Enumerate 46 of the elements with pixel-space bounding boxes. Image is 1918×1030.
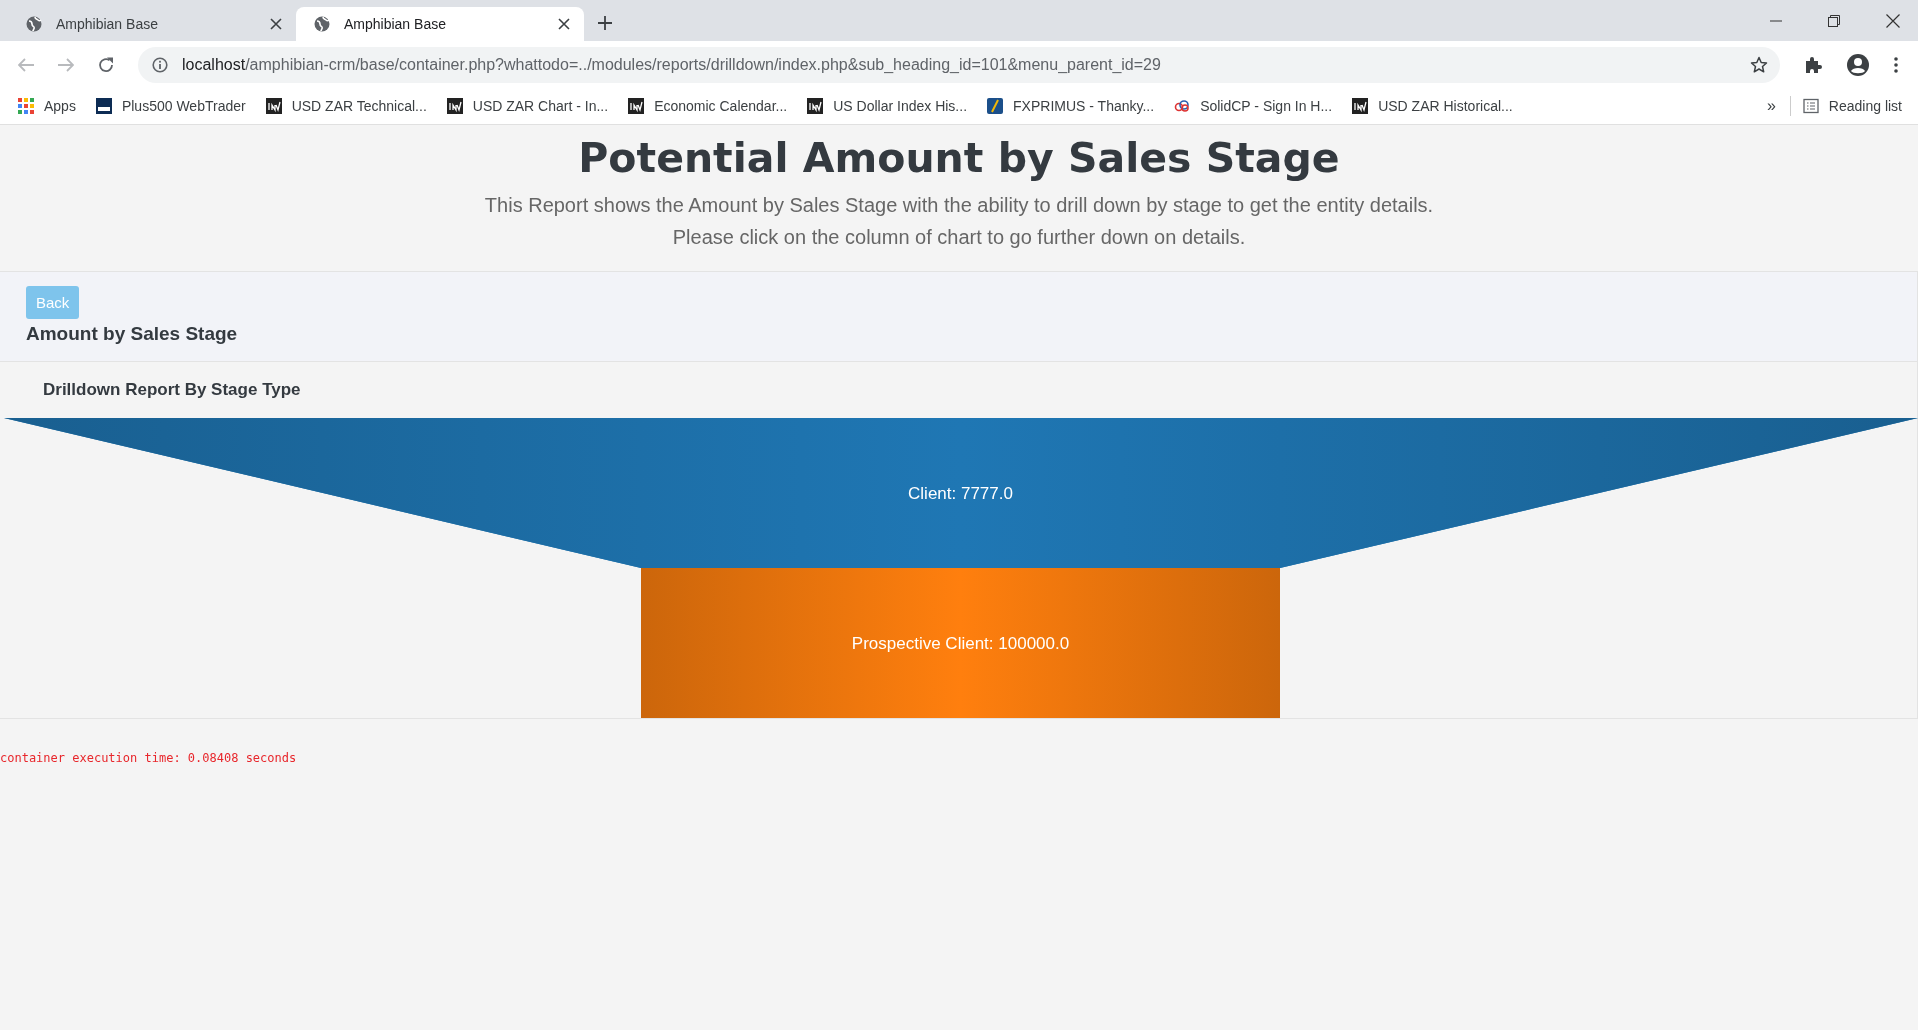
execution-time-text: container execution time: 0.08408 seconds: [0, 751, 297, 765]
panel-heading: Amount by Sales Stage: [26, 322, 238, 346]
close-icon[interactable]: [1886, 13, 1900, 28]
close-icon[interactable]: [270, 18, 282, 30]
chart-heading: Drilldown Report By Stage Type: [43, 379, 301, 401]
restore-icon[interactable]: [1828, 14, 1840, 27]
apps-grid-icon: [18, 98, 34, 114]
reload-icon[interactable]: [98, 56, 114, 73]
bookmark[interactable]: USD ZAR Historical...: [1352, 98, 1513, 114]
bookmark[interactable]: Plus500 WebTrader: [95, 98, 246, 114]
info-icon: [152, 56, 168, 73]
funnel-label: Prospective Client: 100000.0: [851, 634, 1070, 653]
browser-tab[interactable]: Amphibian Base: [8, 7, 296, 41]
page-title: Potential Amount by Sales Stage: [577, 133, 1341, 184]
bookmark[interactable]: FXPRIMUS - Thanky...: [987, 98, 1155, 114]
close-icon[interactable]: [558, 18, 570, 30]
bookmark[interactable]: US Dollar Index His...: [807, 98, 968, 114]
bookmark[interactable]: Economic Calendar...: [628, 98, 788, 114]
bookmark[interactable]: USD ZAR Technical...: [265, 98, 427, 114]
funnel-segment[interactable]: [4, 418, 1918, 568]
globe-icon: [26, 16, 42, 32]
cloud-logo-icon: [1174, 98, 1191, 114]
bookmarks-overflow[interactable]: »: [1766, 97, 1776, 115]
browser-tab[interactable]: Amphibian Base: [296, 7, 584, 41]
bookmark[interactable]: Apps: [18, 98, 76, 114]
square-logo-icon: [265, 98, 282, 114]
funnel-label: Client: 7777.0: [908, 484, 1013, 503]
globe-icon: [314, 16, 330, 32]
square-logo-icon: [446, 98, 463, 114]
new-tab-icon[interactable]: [598, 15, 612, 30]
description-text: Please click on the column of chart to go further down on details.: [671, 225, 1247, 250]
square-logo-icon: [807, 98, 824, 114]
address-bar[interactable]: localhost/amphibian-crm/base/container.php?whattodo=../modules/reports/drilldown/index.php&sub_heading_id=101&menu_parent_id=29: [138, 46, 1780, 83]
reading-list-button[interactable]: Reading list: [1802, 98, 1902, 114]
feather-logo-icon: [987, 98, 1004, 114]
account-icon[interactable]: [1846, 52, 1870, 77]
description-text: This Report shows the Amount by Sales Stage with the ability to drill down by stage to get the entity details.: [483, 193, 1435, 218]
list-icon: [1802, 98, 1819, 114]
square-logo-icon: [628, 98, 645, 114]
square-logo-icon: [95, 98, 112, 114]
square-logo-icon: [1352, 98, 1369, 114]
bookmark[interactable]: SolidCP - Sign In H...: [1174, 98, 1333, 114]
puzzle-icon[interactable]: [1804, 55, 1822, 74]
more-menu-icon[interactable]: [1894, 56, 1898, 73]
bookmark[interactable]: USD ZAR Chart - In...: [446, 98, 609, 114]
star-icon[interactable]: [1750, 55, 1768, 74]
